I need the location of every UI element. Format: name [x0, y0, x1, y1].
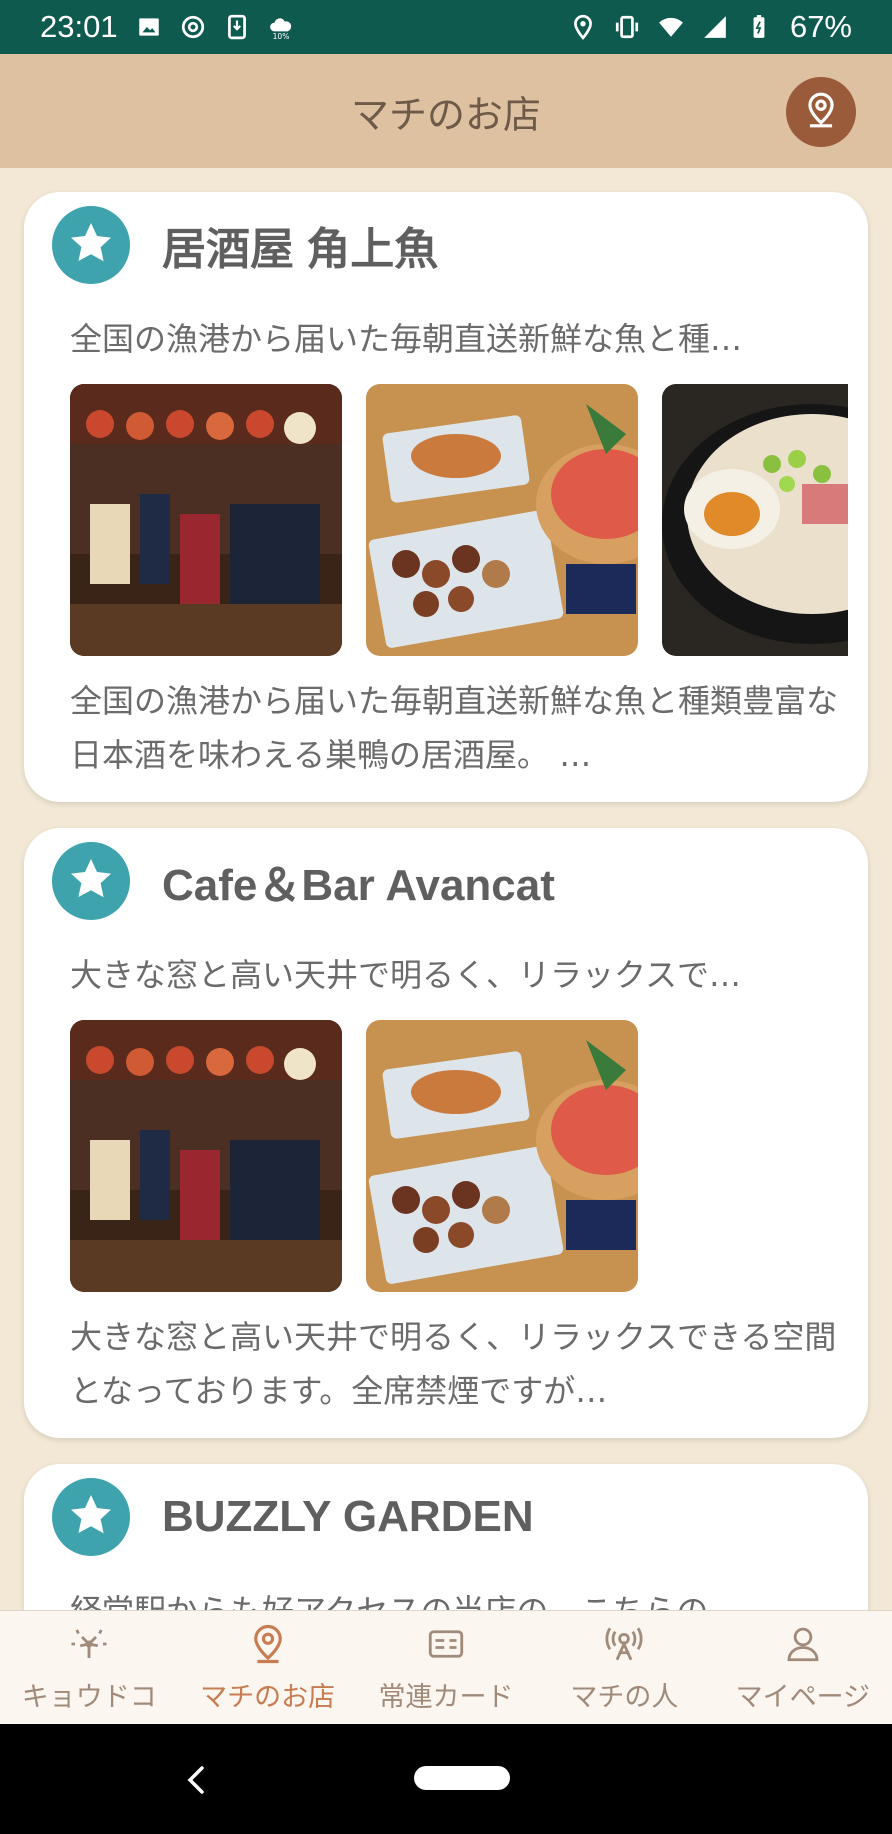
shop-summary: 全国の漁港から届いた毎朝直送新鮮な魚と種…: [70, 320, 743, 358]
shop-photo-yakitori-sashimi[interactable]: [366, 384, 638, 656]
shop-description: 全国の漁港から届いた毎朝直送新鮮な魚と種類豊富な日本酒を味わえる巣鴨の居酒屋。 …: [70, 682, 839, 774]
shop-summary: 大きな窓と高い天井で明るく、リラックスで…: [70, 956, 742, 994]
app-bar: マチのお店: [0, 54, 892, 168]
svg-text:10%: 10%: [272, 32, 289, 40]
nav-item-machi-no-omise[interactable]: マチのお店: [178, 1611, 356, 1725]
wifi-icon: [658, 14, 684, 40]
location-icon: [570, 14, 596, 40]
star-icon: [67, 1491, 115, 1543]
at-icon: [180, 14, 206, 40]
shop-description: 大きな窓と高い天井で明るく、リラックスできる空間となっております。全席禁煙ですが…: [70, 1318, 837, 1410]
back-icon[interactable]: [182, 1760, 212, 1800]
nav-label: マチの人: [570, 1681, 679, 1713]
status-bar: 23:01 10% 67%: [0, 0, 892, 54]
shop-photo-izakaya-interior[interactable]: [70, 384, 342, 656]
home-button[interactable]: [414, 1766, 510, 1790]
signal-icon: [702, 14, 728, 40]
nav-label: マイページ: [735, 1681, 871, 1713]
shop-photo-izakaya-interior[interactable]: [70, 1020, 342, 1292]
nav-label: キョウドコ: [21, 1681, 157, 1713]
shop-photo-yakitori-sashimi[interactable]: [366, 1020, 638, 1292]
download-icon: [224, 14, 250, 40]
photo-carousel[interactable]: [70, 1020, 848, 1294]
shop-title: BUZZLY GARDEN: [162, 1492, 534, 1541]
nav-label: マチのお店: [200, 1681, 336, 1713]
star-icon: [67, 219, 115, 271]
shop-title: Cafe＆Bar Avancat: [162, 861, 555, 910]
bottom-navigation: キョウドコ マチのお店 常連カード マチの人 マイページ: [0, 1610, 892, 1725]
shop-list[interactable]: 居酒屋 角上魚 全国の漁港から届いた毎朝直送新鮮な魚と種… 全国の漁港から届いた…: [0, 168, 892, 1610]
nav-item-my-page[interactable]: マイページ: [714, 1611, 892, 1725]
broadcast-person-icon: [603, 1623, 645, 1669]
shop-title: 居酒屋 角上魚: [162, 225, 439, 274]
photo-carousel[interactable]: [70, 384, 848, 658]
location-pin-icon: [802, 91, 840, 133]
page-title: マチのお店: [350, 92, 541, 137]
star-icon: [67, 855, 115, 907]
vibrate-icon: [614, 14, 640, 40]
system-navigation-bar: [0, 1724, 892, 1834]
battery-percent: 67%: [789, 9, 852, 44]
location-button[interactable]: [786, 77, 856, 147]
shop-card-header: 居酒屋 角上魚: [52, 206, 438, 284]
image-icon: [136, 14, 162, 40]
nav-item-jouren-card[interactable]: 常連カード: [357, 1611, 535, 1725]
status-time: 23:01: [40, 9, 118, 44]
nav-item-machi-no-hito[interactable]: マチの人: [535, 1611, 713, 1725]
fireworks-icon: [68, 1623, 110, 1669]
cloud-icon: 10%: [268, 14, 294, 41]
shop-card[interactable]: 居酒屋 角上魚 全国の漁港から届いた毎朝直送新鮮な魚と種… 全国の漁港から届いた…: [24, 192, 868, 802]
favorite-button[interactable]: [52, 842, 130, 920]
card-icon: [425, 1623, 467, 1669]
shop-card-header: BUZZLY GARDEN: [52, 1478, 534, 1556]
person-icon: [782, 1623, 824, 1669]
nav-label: 常連カード: [378, 1681, 514, 1713]
shop-card[interactable]: BUZZLY GARDEN 経堂駅からも好アクセスの当店の、こちらの…: [24, 1464, 868, 1610]
location-pin-icon: [247, 1623, 289, 1669]
shop-photo-ramen[interactable]: [662, 384, 848, 656]
battery-icon: [746, 14, 772, 40]
shop-card[interactable]: Cafe＆Bar Avancat 大きな窓と高い天井で明るく、リラックスで… 大…: [24, 828, 868, 1438]
nav-item-kyoudoko[interactable]: キョウドコ: [0, 1611, 178, 1725]
favorite-button[interactable]: [52, 1478, 130, 1556]
shop-card-header: Cafe＆Bar Avancat: [52, 842, 555, 920]
shop-summary: 経堂駅からも好アクセスの当店の、こちらの…: [70, 1586, 840, 1610]
favorite-button[interactable]: [52, 206, 130, 284]
